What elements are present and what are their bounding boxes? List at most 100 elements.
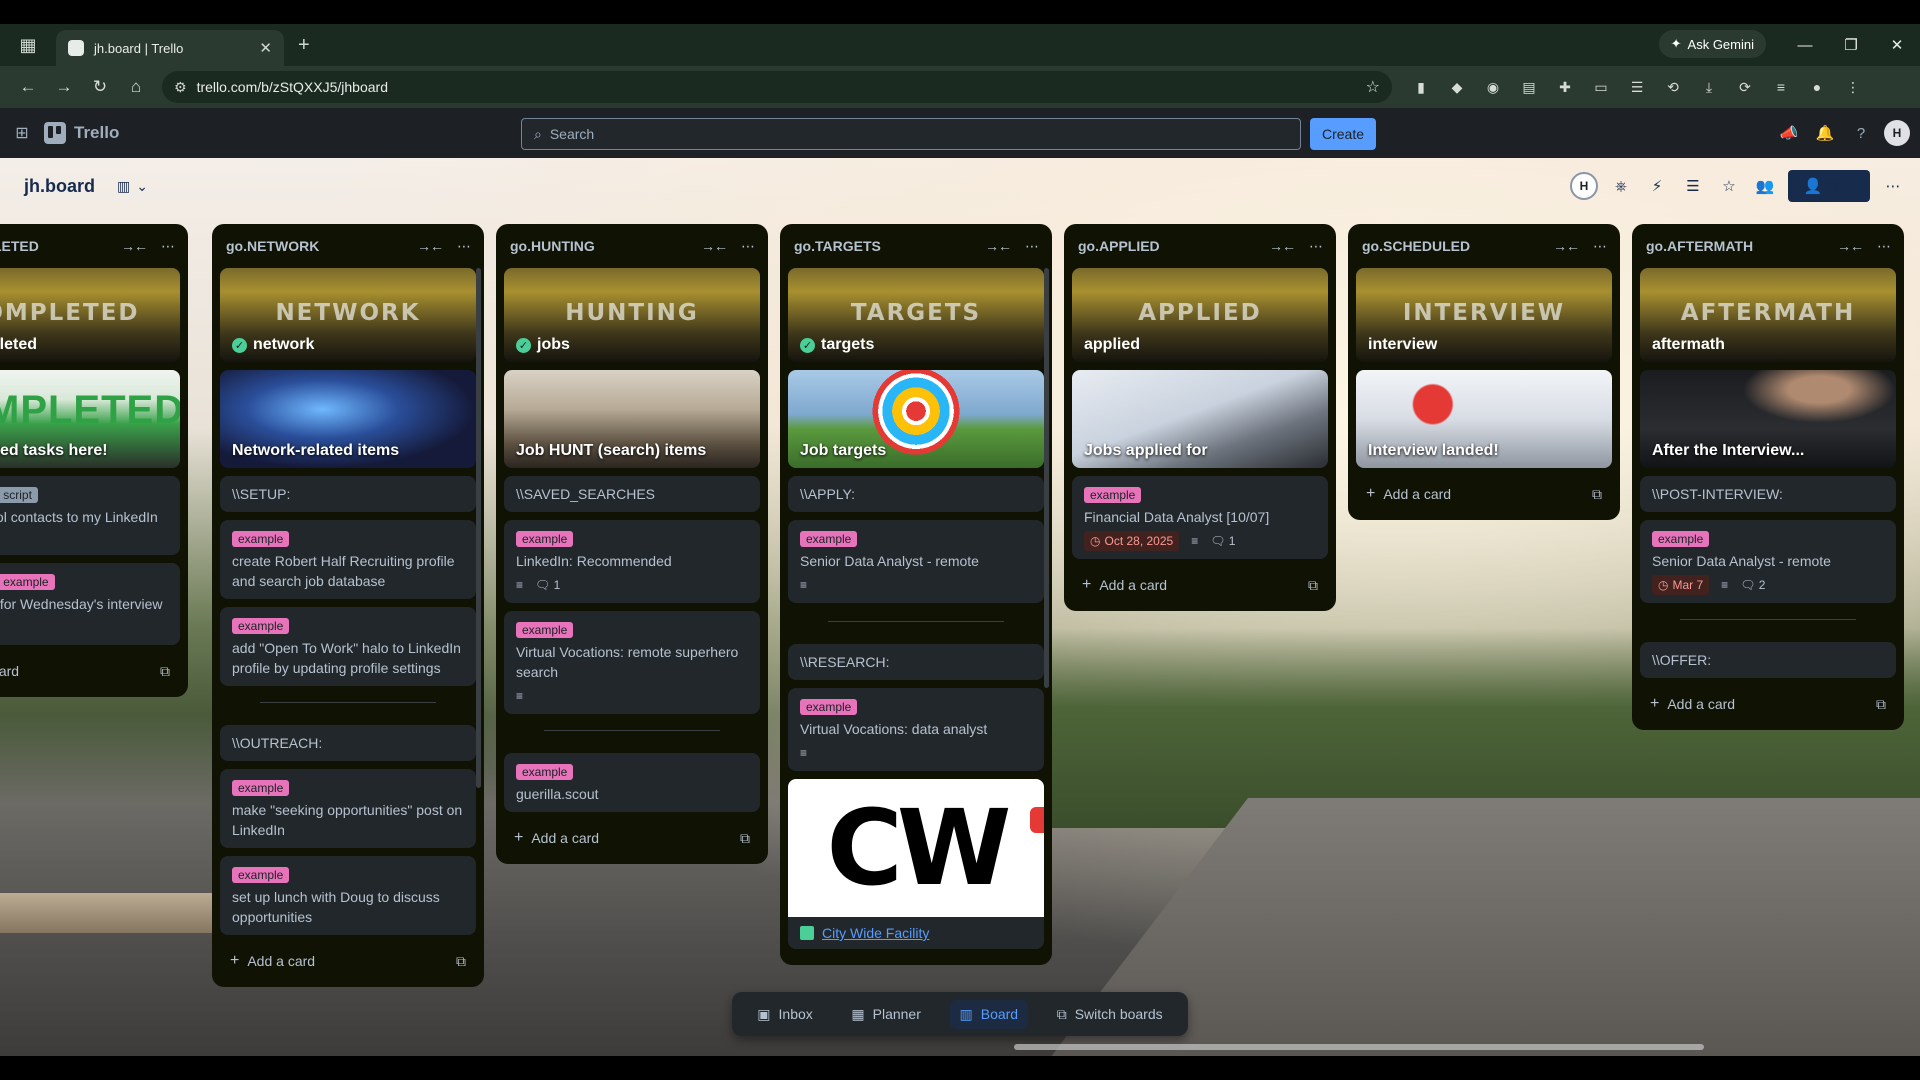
extension-3-icon[interactable]: ◉: [1478, 72, 1508, 102]
browser-tab-active[interactable]: jh.board | Trello ✕: [56, 30, 284, 66]
home-icon[interactable]: ⌂: [118, 69, 154, 105]
search-input[interactable]: ⌕ Search: [521, 118, 1301, 150]
bookmark-star-icon[interactable]: ☆: [1366, 77, 1380, 97]
extensions-puzzle-icon[interactable]: ✚: [1550, 72, 1580, 102]
list-menu-icon[interactable]: ⋯: [1309, 238, 1323, 255]
list-title[interactable]: go.APPLIED: [1078, 238, 1255, 254]
section-card[interactable]: \\OUTREACH:: [220, 725, 476, 761]
image-card[interactable]: Jobs applied for: [1072, 370, 1328, 468]
cast-icon[interactable]: ▭: [1586, 72, 1616, 102]
task-card[interactable]: example Senior Data Analyst - remote ◷ Ma…: [1640, 520, 1896, 603]
profile-icon[interactable]: ●: [1802, 72, 1832, 102]
new-tab-icon[interactable]: +: [298, 34, 310, 57]
share-button[interactable]: 👤 Share: [1788, 170, 1870, 202]
image-card[interactable]: Job targets: [788, 370, 1044, 468]
task-card[interactable]: example LinkedIn: Recommended ≡ 🗨 1: [504, 520, 760, 603]
create-from-template-icon[interactable]: ⧉: [1592, 486, 1602, 503]
list-title[interactable]: go.COMPLETED: [0, 238, 107, 254]
star-board-icon[interactable]: ☆: [1716, 170, 1742, 202]
task-card[interactable]: example Virtual Vocations: data analyst …: [788, 688, 1044, 771]
automation-icon[interactable]: ⚡: [1644, 170, 1670, 202]
task-card[interactable]: example script high school contacts to m…: [0, 476, 180, 555]
collapse-list-icon[interactable]: →←: [121, 238, 148, 254]
board-view-switcher[interactable]: ▥ ⌄: [117, 178, 148, 195]
list-menu-icon[interactable]: ⋯: [741, 238, 755, 255]
create-from-template-icon[interactable]: ⧉: [456, 953, 466, 970]
list-header-card[interactable]: NETWORK ✓ network: [220, 268, 476, 362]
section-card[interactable]: \\SAVED_SEARCHES: [504, 476, 760, 512]
extension-4-icon[interactable]: ▤: [1514, 72, 1544, 102]
create-from-template-icon[interactable]: ⧉: [160, 663, 170, 680]
board-button[interactable]: ▥ Board: [949, 999, 1029, 1029]
list-scrollbar[interactable]: [476, 268, 481, 788]
list-menu-icon[interactable]: ⋯: [1877, 238, 1891, 255]
restore-icon[interactable]: ❐: [1828, 24, 1874, 66]
section-card[interactable]: \\SETUP:: [220, 476, 476, 512]
link-card[interactable]: CW City Wide Facility: [788, 779, 1044, 949]
inbox-button[interactable]: ▣ Inbox: [747, 1000, 822, 1029]
task-card[interactable]: example set up lunch with Doug to discus…: [220, 856, 476, 935]
address-bar[interactable]: ⚙ trello.com/b/zStQXXJ5/jhboard ☆: [162, 71, 1392, 103]
list-header-card[interactable]: APPLIED applied: [1072, 268, 1328, 362]
task-card[interactable]: example Senior Data Analyst - remote ≡: [788, 520, 1044, 603]
board-horizontal-scrollbar[interactable]: [1014, 1044, 1704, 1050]
add-card-button[interactable]: + Add a card ⧉: [1072, 567, 1328, 603]
add-card-button[interactable]: + Add a card ⧉: [0, 653, 180, 689]
collapse-list-icon[interactable]: →←: [985, 238, 1012, 254]
filter-icon[interactable]: ☰: [1680, 170, 1706, 202]
list-menu-icon[interactable]: ⋯: [1593, 238, 1607, 255]
chrome-menu-icon[interactable]: ⋮: [1838, 72, 1868, 102]
board-member-avatar[interactable]: H: [1570, 172, 1598, 200]
extension-2-icon[interactable]: ◆: [1442, 72, 1472, 102]
megaphone-icon[interactable]: 📣: [1776, 118, 1802, 148]
media-icon[interactable]: ≡: [1766, 72, 1796, 102]
task-card[interactable]: example Virtual Vocations: remote superh…: [504, 611, 760, 714]
download-icon[interactable]: ⤓: [1694, 72, 1724, 102]
section-card[interactable]: \\POST-INTERVIEW:: [1640, 476, 1896, 512]
list-header-card[interactable]: INTERVIEW interview: [1356, 268, 1612, 362]
ask-gemini-button[interactable]: ✦ Ask Gemini: [1658, 30, 1766, 58]
image-card[interactable]: After the Interview...: [1640, 370, 1896, 468]
task-card[interactable]: example Financial Data Analyst [10/07] ◷…: [1072, 476, 1328, 559]
collapse-list-icon[interactable]: →←: [1269, 238, 1296, 254]
minimize-icon[interactable]: —: [1782, 24, 1828, 66]
add-card-button[interactable]: + Add a card ⧉: [1640, 686, 1896, 722]
create-from-template-icon[interactable]: ⧉: [1308, 577, 1318, 594]
account-avatar[interactable]: H: [1884, 120, 1910, 146]
list-menu-icon[interactable]: ⋯: [161, 238, 175, 255]
section-card[interactable]: \\RESEARCH:: [788, 644, 1044, 680]
app-switcher-icon[interactable]: ⊞: [0, 123, 44, 143]
list-title[interactable]: go.SCHEDULED: [1362, 238, 1539, 254]
list-menu-icon[interactable]: ⋯: [457, 238, 471, 255]
tab-search-icon[interactable]: ▦: [0, 24, 56, 66]
visibility-icon[interactable]: 👥: [1752, 170, 1778, 202]
extension-1-icon[interactable]: ▮: [1406, 72, 1436, 102]
close-window-icon[interactable]: ✕: [1874, 24, 1920, 66]
create-from-template-icon[interactable]: ⧉: [740, 830, 750, 847]
list-header-card[interactable]: COMPLETED ✓completed: [0, 268, 180, 362]
section-card[interactable]: \\OFFER:: [1640, 642, 1896, 678]
add-card-button[interactable]: + Add a card ⧉: [1356, 476, 1612, 512]
list-title[interactable]: go.AFTERMATH: [1646, 238, 1823, 254]
switch-boards-button[interactable]: ⧉ Switch boards: [1047, 1000, 1173, 1029]
list-header-card[interactable]: TARGETS ✓ targets: [788, 268, 1044, 362]
create-button[interactable]: Create: [1310, 118, 1377, 150]
collapse-list-icon[interactable]: →←: [701, 238, 728, 254]
history-icon[interactable]: ⟲: [1658, 72, 1688, 102]
list-scrollbar[interactable]: [1044, 268, 1049, 688]
collapse-list-icon[interactable]: →←: [1837, 238, 1864, 254]
sync-icon[interactable]: ⟳: [1730, 72, 1760, 102]
section-card[interactable]: \\APPLY:: [788, 476, 1044, 512]
planner-button[interactable]: ▦ Planner: [841, 1000, 931, 1029]
power-ups-icon[interactable]: ⎈: [1608, 170, 1634, 202]
reading-list-icon[interactable]: ☰: [1622, 72, 1652, 102]
task-card[interactable]: example guerilla.scout: [504, 753, 760, 812]
forward-icon[interactable]: →: [46, 69, 82, 105]
list-title[interactable]: go.TARGETS: [794, 238, 971, 254]
board-title[interactable]: jh.board: [24, 176, 95, 197]
create-from-template-icon[interactable]: ⧉: [1876, 696, 1886, 713]
board-menu-icon[interactable]: ⋯: [1880, 170, 1906, 202]
image-card[interactable]: COMPLETED Completed tasks here!: [0, 370, 180, 468]
image-card[interactable]: Job HUNT (search) items: [504, 370, 760, 468]
image-card[interactable]: Network-related items: [220, 370, 476, 468]
